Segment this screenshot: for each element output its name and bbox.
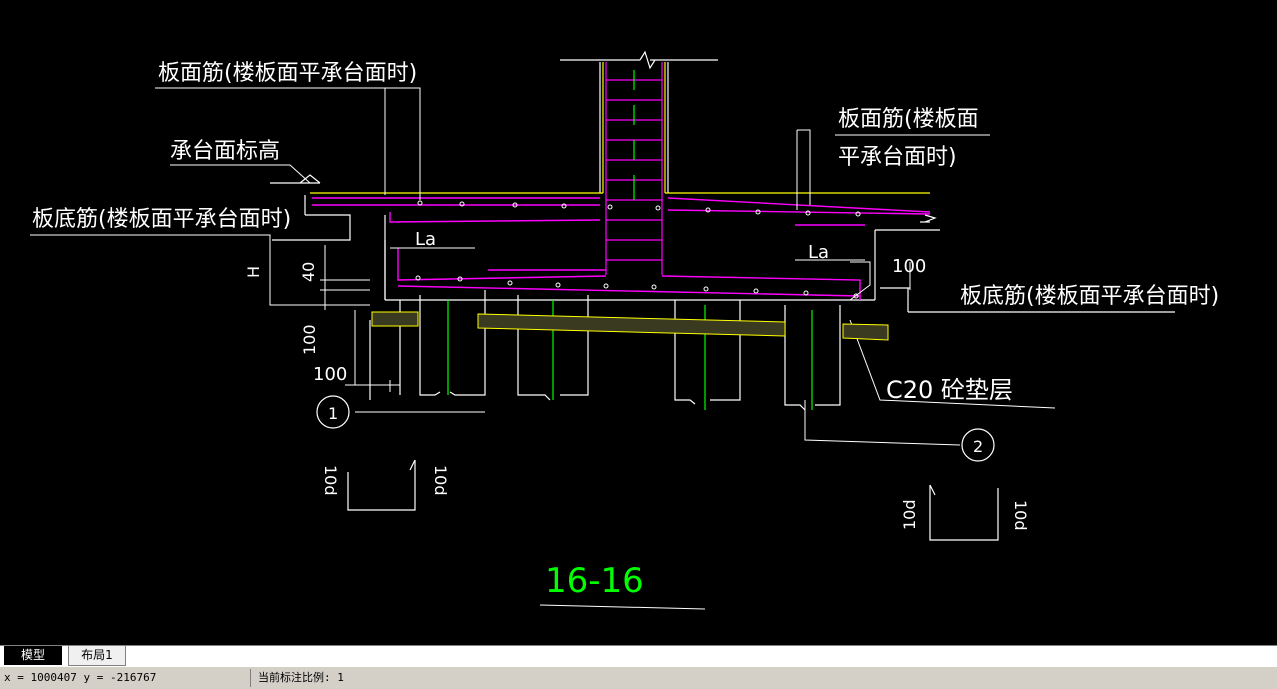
detail-markers	[316, 395, 995, 462]
label-hook-10d-2: 10d	[431, 465, 450, 496]
tab-model[interactable]: 模型	[4, 646, 62, 665]
detail-marker-2: 2	[973, 437, 983, 456]
label-cushion: C20 砼垫层	[886, 376, 1013, 404]
label-bottom-rebar-right: 板底筋(楼板面平承台面时)	[960, 284, 1219, 309]
section-title: 16-16	[545, 561, 644, 601]
label-dim-100-bottom: 100	[313, 364, 347, 385]
label-bottom-rebar-left: 板底筋(楼板面平承台面时)	[32, 207, 291, 232]
la-dims	[390, 247, 865, 261]
label-la-right: La	[808, 242, 829, 263]
label-cap-elevation: 承台面标高	[170, 139, 280, 164]
status-bar: x = 1000407 y = -216767 当前标注比例: 1	[0, 666, 1277, 689]
label-hook-10d-4: 10d	[1011, 500, 1030, 531]
detail-marker-1: 1	[328, 404, 338, 423]
tab-layout1[interactable]: 布局1	[68, 646, 126, 666]
coordinate-readout: x = 1000407 y = -216767	[4, 671, 157, 684]
layout-tab-bar: 模型 布局1	[0, 645, 1277, 666]
cap-rebar	[312, 197, 931, 300]
annotation-scale: 当前标注比例: 1	[258, 671, 344, 684]
status-separator	[250, 669, 251, 687]
label-dim-40: 40	[299, 262, 318, 282]
label-dim-100-vertical: 100	[300, 324, 319, 355]
drawing-canvas[interactable]: 板面筋(楼板面平承台面时) 承台面标高 板底筋(楼板面平承台面时) 板面筋(楼板…	[0, 0, 1277, 645]
title-underline	[539, 604, 706, 610]
label-top-rebar-left: 板面筋(楼板面平承台面时)	[158, 61, 417, 86]
column-rebar	[605, 62, 663, 275]
label-dim-100-right: 100	[892, 256, 926, 277]
label-top-rebar-right-2: 平承台面时)	[838, 145, 957, 170]
cushion-layer	[371, 311, 889, 341]
cap-rebar-dots	[415, 200, 861, 299]
label-la-left: La	[415, 229, 436, 250]
label-hook-10d-3: 10d	[900, 499, 919, 530]
piles	[369, 290, 841, 411]
label-hook-10d-1: 10d	[321, 465, 340, 496]
column	[560, 50, 718, 193]
label-top-rebar-right-1: 板面筋(楼板面	[838, 107, 979, 132]
label-dim-h: H	[244, 266, 263, 278]
